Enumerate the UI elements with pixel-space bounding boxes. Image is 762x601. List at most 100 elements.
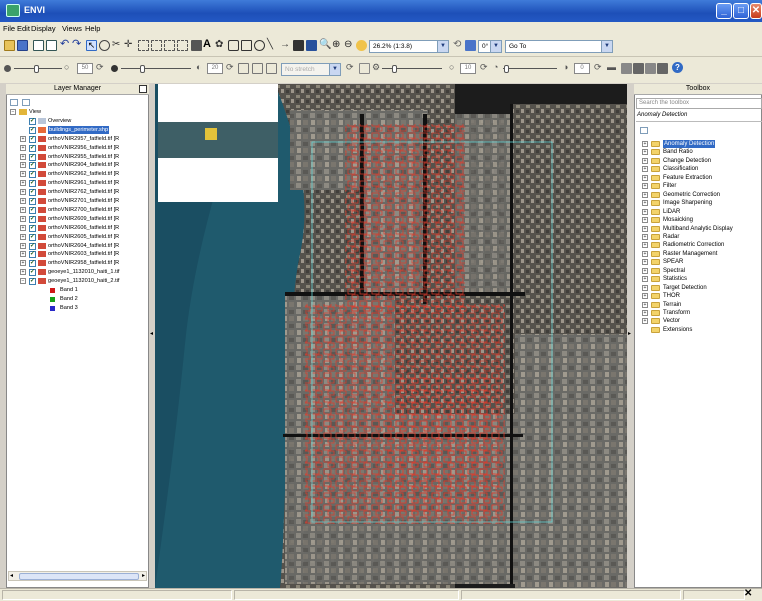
contrast-value-field[interactable]: 20 xyxy=(207,63,223,74)
toolbox-item[interactable]: + Anomaly Detection xyxy=(640,140,760,149)
layer-ortho[interactable]: + ✓ orthoVNIR2957_fatfield.tif [R xyxy=(8,135,148,144)
expand-icon[interactable]: + xyxy=(20,180,26,187)
expand-icon[interactable]: + xyxy=(20,144,26,151)
layer-visibility-checkbox[interactable]: ✓ xyxy=(29,117,36,125)
panel-pin-icon[interactable] xyxy=(139,85,147,93)
cycle-icon[interactable]: ⟳ xyxy=(346,63,354,72)
arrow-annotation-icon[interactable]: → xyxy=(280,39,291,50)
toolbox-item[interactable]: + Vector xyxy=(640,317,760,325)
expand-icon[interactable]: + xyxy=(642,267,648,274)
toolbox-item[interactable]: + Target Detection xyxy=(640,284,760,292)
maximize-button[interactable]: □ xyxy=(733,3,749,19)
expand-icon[interactable]: + xyxy=(642,141,648,147)
layer-visibility-checkbox[interactable]: ✓ xyxy=(29,233,36,241)
portal-icon[interactable] xyxy=(621,63,632,74)
expand-icon[interactable]: + xyxy=(20,135,26,142)
cycle-icon[interactable]: ⟳ xyxy=(226,63,234,72)
swipe-icon[interactable] xyxy=(657,63,668,74)
toolbox-item[interactable]: + Mosaicking xyxy=(640,216,760,224)
select-pointer-icon[interactable]: ↖ xyxy=(86,40,97,51)
layer-geoeye[interactable]: − ✓ geoeye1_1132010_haiti_2.tif xyxy=(8,277,148,286)
layer-visibility-checkbox[interactable]: ✓ xyxy=(29,135,36,143)
layer-ortho[interactable]: + ✓ orthoVNIR2956_fatfield.tif [R xyxy=(8,144,148,153)
layer-ortho[interactable]: + ✓ orthoVNIR2958_fatfield.tif [R xyxy=(8,259,148,268)
layer-visibility-checkbox[interactable]: ✓ xyxy=(29,242,36,250)
expand-icon[interactable]: + xyxy=(642,284,648,291)
expand-icon[interactable]: + xyxy=(642,200,648,207)
layer-root-view[interactable]: − View xyxy=(8,108,148,117)
expand-icon[interactable]: + xyxy=(20,206,26,213)
brightness-slider-thumb[interactable] xyxy=(34,65,39,73)
expand-icon[interactable]: + xyxy=(20,215,26,222)
collapse-right-arrow-icon[interactable]: ▸ xyxy=(628,330,631,337)
blend-icon[interactable] xyxy=(633,63,644,74)
layer-ortho[interactable]: + ✓ orthoVNIR2700_fatfield.tif [R xyxy=(8,206,148,215)
rotate-view-icon[interactable]: ⟲ xyxy=(453,40,464,51)
expand-icon[interactable]: + xyxy=(642,217,648,224)
collapse-icon[interactable]: − xyxy=(10,109,16,115)
stretch-combo[interactable]: No stretch ▼ xyxy=(281,63,341,76)
toolbox-item[interactable]: + THOR xyxy=(640,292,760,300)
layer-visibility-checkbox[interactable]: ✓ xyxy=(29,171,36,179)
menu-views[interactable]: Views xyxy=(62,24,82,33)
layer-manager-scrollbar[interactable]: ◂ ▸ xyxy=(8,571,147,581)
line-annotation-icon[interactable]: ╲ xyxy=(267,39,278,50)
sharpen-slider-track[interactable] xyxy=(382,68,442,69)
pan-icon[interactable] xyxy=(99,40,110,51)
brightness-reset-icon[interactable]: ○ xyxy=(64,63,69,72)
expand-icon[interactable]: + xyxy=(20,260,26,267)
toolbox-item[interactable]: + Geometric Correction xyxy=(640,191,760,199)
expand-icon[interactable]: + xyxy=(642,166,648,173)
toolbox-item[interactable]: + Classification xyxy=(640,165,760,173)
sharpen-value-field[interactable]: 10 xyxy=(460,63,476,74)
toolbox-item[interactable]: + Raster Management xyxy=(640,250,760,258)
transparency-slider-thumb[interactable] xyxy=(504,65,509,73)
redo-icon[interactable]: ↷ xyxy=(72,39,83,51)
collapse-all-icon[interactable] xyxy=(640,127,648,134)
expand-icon[interactable]: + xyxy=(642,225,648,232)
save-icon[interactable] xyxy=(46,40,57,51)
transparency-value-field[interactable]: 0 xyxy=(574,63,590,74)
expand-icon[interactable]: + xyxy=(642,301,648,308)
flicker-icon[interactable] xyxy=(645,63,656,74)
layer-visibility-checkbox[interactable]: ✓ xyxy=(29,126,36,134)
zoom-out-icon[interactable]: ⊖ xyxy=(344,39,355,50)
layer-visibility-checkbox[interactable]: ✓ xyxy=(29,162,36,170)
cycle-icon[interactable]: ⟳ xyxy=(594,63,602,72)
transparency-slider-track[interactable] xyxy=(503,68,557,69)
expand-icon[interactable]: + xyxy=(20,242,26,249)
layer-geoeye[interactable]: + ✓ geoeye1_1132010_haiti_1.tif xyxy=(8,268,148,277)
toolbox-item[interactable]: + Feature Extraction xyxy=(640,174,760,182)
join-icon[interactable] xyxy=(177,40,188,51)
expand-icon[interactable]: + xyxy=(642,310,648,316)
open-file-icon[interactable] xyxy=(4,40,15,51)
rectangle-annotation-icon[interactable] xyxy=(241,40,252,51)
collapse-icon[interactable]: − xyxy=(20,278,26,285)
expand-icon[interactable]: + xyxy=(642,183,648,190)
expand-all-icon[interactable] xyxy=(22,99,30,106)
vector-create-icon[interactable] xyxy=(138,40,149,51)
layer-visibility-checkbox[interactable]: ✓ xyxy=(29,269,36,277)
layer-ortho[interactable]: + ✓ orthoVNIR2606_fatfield.tif [R xyxy=(8,224,148,233)
toolbox-item[interactable]: + Filter xyxy=(640,182,760,190)
toolbox-item[interactable]: + Radiometric Correction xyxy=(640,241,760,249)
expand-icon[interactable]: + xyxy=(642,157,648,164)
expand-icon[interactable]: + xyxy=(642,191,648,198)
scrollbar-thumb[interactable] xyxy=(19,573,139,580)
toolbox-item[interactable]: Extensions xyxy=(640,326,760,334)
grid-icon[interactable] xyxy=(191,40,202,51)
symbol-annotation-icon[interactable]: ✿ xyxy=(215,39,226,50)
layer-ortho[interactable]: + ✓ orthoVNIR2955_fatfield.tif [R xyxy=(8,153,148,162)
expand-icon[interactable]: + xyxy=(642,208,648,215)
picture-annotation-icon[interactable] xyxy=(293,40,304,51)
layer-visibility-checkbox[interactable]: ✓ xyxy=(29,251,36,259)
contrast-slider-thumb[interactable] xyxy=(140,65,145,73)
layer-visibility-checkbox[interactable]: ✓ xyxy=(29,198,36,205)
help-icon[interactable]: ? xyxy=(672,62,683,73)
ellipse-annotation-icon[interactable] xyxy=(254,40,265,51)
stretch-type-icon[interactable] xyxy=(266,63,277,74)
zoom-tool-icon[interactable]: 🔍 xyxy=(319,39,331,50)
expand-icon[interactable]: + xyxy=(20,233,26,240)
close-button[interactable]: ✕ xyxy=(750,3,762,19)
layer-ortho[interactable]: + ✓ orthoVNIR2762_fatfield.tif [R xyxy=(8,188,148,197)
